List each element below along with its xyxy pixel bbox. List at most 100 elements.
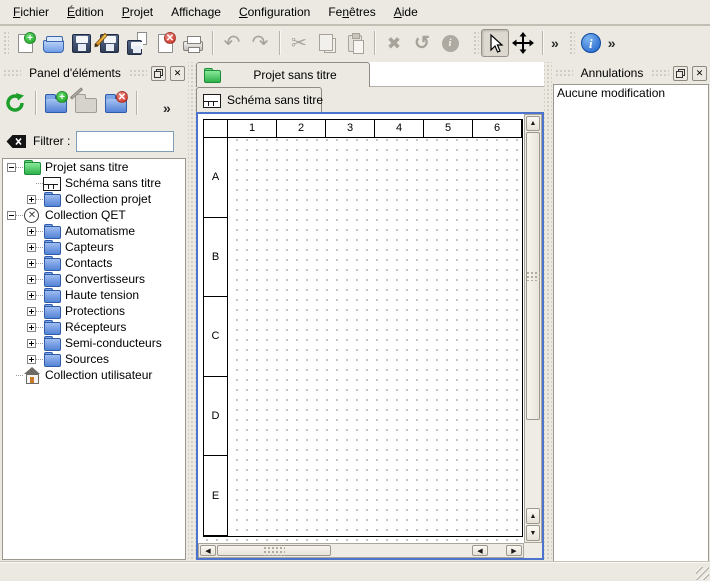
tree-expander-icon[interactable] [27, 243, 36, 252]
toolbar-overflow-chevron[interactable]: » [605, 35, 619, 51]
clear-filter-icon[interactable] [6, 134, 27, 149]
right-dock-splitter[interactable] [544, 62, 552, 562]
tree-item[interactable]: Automatisme [3, 223, 185, 239]
tree-item[interactable]: Contacts [3, 255, 185, 271]
row-header-cell: D [204, 377, 227, 457]
undo-history-list[interactable]: Aucune modification [553, 84, 709, 562]
tree-expander-icon[interactable] [7, 163, 16, 172]
close-panel-button[interactable]: ✕ [170, 66, 185, 81]
copy-button[interactable] [313, 29, 341, 57]
tree-expander-icon[interactable] [27, 323, 36, 332]
menu-item[interactable]: Aide [385, 0, 427, 24]
element-properties-button[interactable]: i [436, 29, 464, 57]
tree-item[interactable]: Haute tension [3, 287, 185, 303]
float-panel-button[interactable] [673, 66, 688, 81]
scroll-down-button[interactable]: ▼ [526, 525, 540, 541]
tree-item[interactable]: Collection QET [3, 207, 185, 223]
cut-button[interactable]: ✂ [285, 29, 313, 57]
menu-item[interactable]: Projet [113, 0, 162, 24]
move-mode-button[interactable] [509, 29, 537, 57]
save-button[interactable] [67, 29, 95, 57]
tree-expander-icon[interactable] [27, 227, 36, 236]
menu-item[interactable]: Édition [58, 0, 113, 24]
reload-collections-button[interactable] [0, 88, 30, 118]
vertical-scrollbar[interactable]: ▲ ▲ ▼ [524, 114, 542, 543]
scroll-up-button[interactable]: ▲ [526, 508, 540, 524]
delete-category-button[interactable]: ✕ [101, 88, 131, 118]
tree-item[interactable]: Protections [3, 303, 185, 319]
tree-expander-icon[interactable] [27, 355, 36, 364]
scroll-left-button[interactable]: ◀ [472, 545, 488, 556]
close-panel-button[interactable]: ✕ [692, 66, 707, 81]
new-category-button[interactable]: + [41, 88, 71, 118]
tree-branch-line [36, 183, 43, 184]
left-dock-splitter[interactable] [188, 62, 196, 562]
project-tab-bar: Projet sans titre [196, 62, 544, 87]
tree-expander-icon[interactable] [27, 275, 36, 284]
float-panel-button[interactable] [151, 66, 166, 81]
redo-button[interactable]: ↷ [246, 29, 274, 57]
tree-item[interactable]: Collection projet [3, 191, 185, 207]
float-icon [676, 69, 685, 78]
horizontal-scroll-thumb[interactable] [217, 545, 331, 556]
toolbar-drag-handle[interactable] [472, 30, 479, 56]
diagram-scene[interactable]: 123456 ABCDE [198, 114, 524, 543]
tree-item[interactable]: Collection utilisateur [3, 367, 185, 383]
menu-item[interactable]: Configuration [230, 0, 319, 24]
tree-item[interactable]: Projet sans titre [3, 159, 185, 175]
diagram-view[interactable]: 123456 ABCDE ▲ ▲ ▼ ◀ ◀ ▶ [196, 112, 544, 560]
undo-list-item[interactable]: Aucune modification [554, 85, 708, 101]
vertical-scroll-thumb[interactable] [526, 132, 540, 420]
toolbar-drag-handle[interactable] [2, 30, 9, 56]
selection-mode-button[interactable] [481, 29, 509, 57]
menu-item[interactable]: Affichage [162, 0, 230, 24]
menu-item[interactable]: Fenêtres [319, 0, 384, 24]
move-cross-icon [512, 32, 534, 54]
filter-input[interactable] [76, 131, 174, 152]
tree-expander-icon[interactable] [7, 211, 16, 220]
rotate-icon: ↺ [414, 34, 430, 53]
toolbar-drag-handle[interactable] [568, 30, 575, 56]
toolbar-overflow-chevron[interactable]: » [548, 35, 562, 51]
info-button[interactable]: i [577, 29, 605, 57]
tree-expander-icon[interactable] [27, 195, 36, 204]
tree-item[interactable]: Convertisseurs [3, 271, 185, 287]
undo-panel-dock: Annulations ✕ Aucune modification [552, 62, 710, 562]
resize-grip-icon[interactable] [696, 567, 709, 580]
paste-button[interactable] [341, 29, 369, 57]
tree-expander-icon[interactable] [27, 291, 36, 300]
scroll-left-button[interactable]: ◀ [200, 545, 216, 556]
tree-item-icon [43, 336, 61, 350]
tree-item[interactable]: Récepteurs [3, 319, 185, 335]
tree-item[interactable]: Semi-conducteurs [3, 335, 185, 351]
elements-tree: Projet sans titre Schéma sans titre Coll… [2, 158, 186, 560]
tab-project[interactable]: Projet sans titre [196, 62, 370, 87]
tree-expander-icon[interactable] [27, 339, 36, 348]
open-button[interactable] [39, 29, 67, 57]
edit-category-button[interactable] [71, 88, 101, 118]
toolbar-separator [542, 31, 543, 55]
save-as-button[interactable] [95, 29, 123, 57]
column-header-cell: 2 [277, 120, 326, 137]
elements-panel-titlebar[interactable]: Panel d'éléments ✕ [0, 62, 188, 84]
new-document-button[interactable]: + [11, 29, 39, 57]
tree-item[interactable]: Capteurs [3, 239, 185, 255]
horizontal-scrollbar[interactable]: ◀ ◀ ▶ [198, 543, 524, 558]
print-button[interactable] [179, 29, 207, 57]
save-all-button[interactable] [123, 29, 151, 57]
menu-bar: Fichier Édition Projet Affichage Configu… [0, 0, 710, 25]
scroll-right-button[interactable]: ▶ [506, 545, 522, 556]
rotate-button[interactable]: ↺ [408, 29, 436, 57]
tree-item[interactable]: Sources [3, 351, 185, 367]
tab-diagram[interactable]: Schéma sans titre [196, 87, 322, 112]
tree-item[interactable]: Schéma sans titre [3, 175, 185, 191]
tree-expander-icon[interactable] [27, 259, 36, 268]
delete-button[interactable]: ✖ [380, 29, 408, 57]
panel-toolbar-overflow-chevron[interactable]: » [160, 100, 174, 116]
undo-button[interactable]: ↶ [218, 29, 246, 57]
close-file-button[interactable]: ✕ [151, 29, 179, 57]
scroll-up-button[interactable]: ▲ [526, 116, 540, 131]
menu-item[interactable]: Fichier [4, 0, 58, 24]
undo-panel-titlebar[interactable]: Annulations ✕ [552, 62, 710, 84]
tree-expander-icon[interactable] [27, 307, 36, 316]
